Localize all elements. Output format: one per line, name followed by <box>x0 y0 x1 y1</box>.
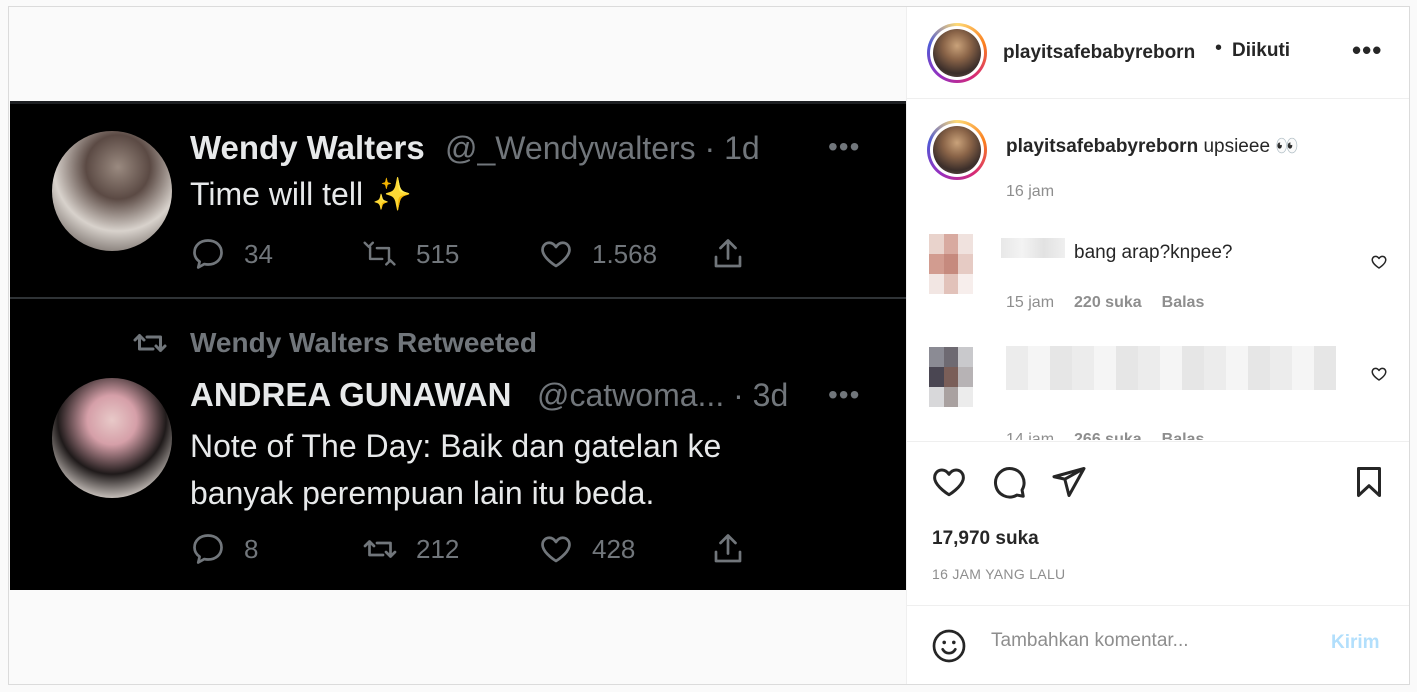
caption-text: upsieee 👀 <box>1203 136 1299 157</box>
caption-avatar[interactable] <box>927 120 987 180</box>
post-comment-button[interactable]: Kirim <box>1331 632 1380 654</box>
share-direct-icon[interactable] <box>1051 464 1087 500</box>
caption-time: 16 jam <box>1006 183 1055 200</box>
header-username[interactable]: playitsafebabyreborn <box>1003 42 1195 64</box>
more-options-icon[interactable]: ••• <box>1352 35 1382 66</box>
tweet-reply-stat: 34 <box>190 236 273 272</box>
comment-input[interactable] <box>991 630 1311 652</box>
tweet-author-name: Wendy Walters <box>190 129 425 166</box>
tweet-author-handle: @_Wendywalters · 1d <box>445 130 760 166</box>
comment-text: bang arap?knpee? <box>1074 242 1233 263</box>
wendy-avatar <box>52 131 172 251</box>
add-comment-bar: Kirim <box>907 605 1409 684</box>
comment-likes[interactable]: 266 suka <box>1074 431 1142 440</box>
retweet-icon <box>363 241 396 266</box>
tweet-retweet-stat: 515 <box>362 236 459 272</box>
comment-avatar[interactable] <box>929 347 973 407</box>
retweet-label-text: Wendy Walters Retweeted <box>190 327 537 358</box>
post-media: Wendy Walters @_Wendywalters · 1d ••• Ti… <box>9 7 907 684</box>
like-heart-icon[interactable] <box>931 464 967 500</box>
tweet-more-icon: ••• <box>828 131 861 162</box>
tweet-share-stat <box>710 236 746 272</box>
tweet-top-border <box>10 101 906 104</box>
tweet-retweet-stat: 212 <box>362 531 459 567</box>
blurred-username[interactable] <box>1001 238 1065 258</box>
tweet-share-stat <box>710 531 746 567</box>
header-separator: • <box>1215 37 1223 59</box>
comment-time: 15 jam <box>1006 294 1055 311</box>
caption: playitsafebabyreborn upsieee 👀 <box>1006 134 1299 158</box>
tweet-divider <box>10 297 906 299</box>
share-icon <box>714 534 742 563</box>
follow-status-button[interactable]: Diikuti <box>1232 40 1290 62</box>
reply-button[interactable]: Balas <box>1162 294 1205 312</box>
like-count: 1.568 <box>592 238 658 269</box>
post-actions: 17,970 suka 16 JAM YANG LALU <box>907 441 1409 605</box>
emoji-icon[interactable] <box>931 628 967 664</box>
heart-icon <box>541 241 571 268</box>
reply-count: 34 <box>244 238 273 269</box>
tweet-author-name: ANDREA GUNAWAN <box>190 376 512 413</box>
comment-time: 14 jam <box>1006 431 1055 440</box>
blurred-comment[interactable] <box>1006 346 1336 390</box>
retweet-icon <box>363 540 397 558</box>
comment-icon[interactable] <box>991 464 1027 500</box>
tweet-like-stat: 1.568 <box>538 236 657 272</box>
post-sidebar: playitsafebabyreborn • Diikuti ••• playi… <box>907 7 1409 684</box>
like-count: 428 <box>592 533 636 564</box>
tweet-text-line-1: Note of The Day: Baik dan gatelan ke <box>190 428 722 464</box>
post-likes-count[interactable]: 17,970 suka <box>932 528 1039 550</box>
reply-button[interactable]: Balas <box>1162 431 1205 440</box>
tweet-text-line-2: banyak perempuan lain itu beda. <box>190 475 655 511</box>
header-avatar[interactable] <box>927 23 987 83</box>
reply-icon <box>193 534 223 564</box>
heart-icon <box>541 536 571 563</box>
comment-likes[interactable]: 220 suka <box>1074 294 1142 312</box>
tweet-like-stat: 428 <box>538 531 635 567</box>
post-time-ago[interactable]: 16 JAM YANG LALU <box>932 566 1065 582</box>
post-modal: Wendy Walters @_Wendywalters · 1d ••• Ti… <box>8 6 1410 685</box>
tweet-reply-stat: 8 <box>190 531 258 567</box>
tweet-more-icon: ••• <box>828 379 861 410</box>
comment-like-heart-icon[interactable] <box>1370 253 1388 271</box>
retweet-label: Wendy Walters Retweeted <box>130 325 537 361</box>
retweet-count: 515 <box>416 238 460 269</box>
tweet-text: Time will tell ✨ <box>190 176 412 212</box>
andrea-avatar <box>52 378 172 498</box>
comments-list[interactable]: playitsafebabyreborn upsieee 👀 16 jam ba… <box>907 100 1409 440</box>
bookmark-icon[interactable] <box>1351 464 1387 500</box>
tweet-author-handle: @catwoma... · 3d <box>537 377 789 413</box>
reply-count: 8 <box>244 533 259 564</box>
comment-like-heart-icon[interactable] <box>1370 365 1388 383</box>
post-header: playitsafebabyreborn • Diikuti ••• <box>907 7 1409 99</box>
retweet-icon <box>133 334 167 352</box>
comment-meta: 15 jam 220 suka Balas <box>1006 294 1204 312</box>
share-icon <box>714 239 742 268</box>
comment-avatar[interactable] <box>929 234 973 294</box>
comment-meta: 14 jam 266 suka Balas <box>1006 431 1204 440</box>
reply-icon <box>193 239 223 269</box>
caption-username[interactable]: playitsafebabyreborn <box>1006 136 1198 157</box>
retweet-count: 212 <box>416 533 460 564</box>
tweet-screenshot-image: Wendy Walters @_Wendywalters · 1d ••• Ti… <box>10 101 906 590</box>
